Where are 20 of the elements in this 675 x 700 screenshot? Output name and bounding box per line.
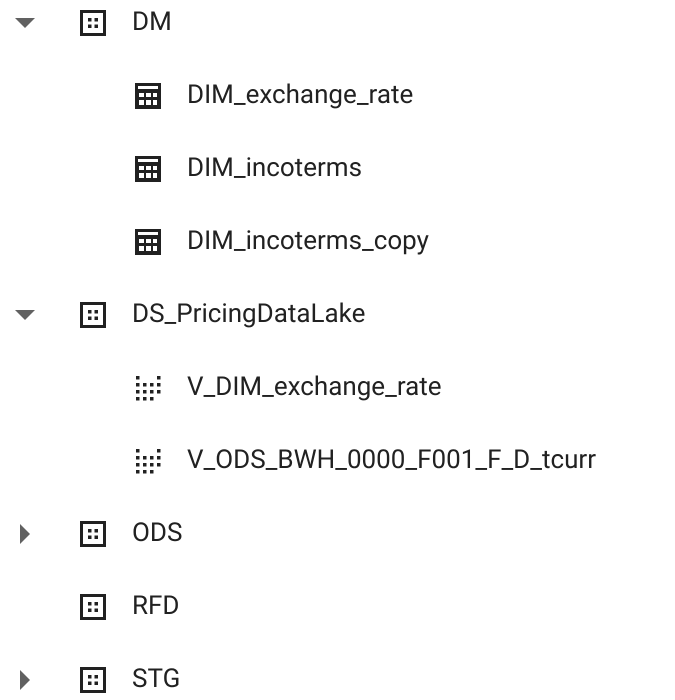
tree-item-label[interactable]: RFD: [132, 587, 180, 626]
tree-item-label[interactable]: STG: [132, 660, 180, 699]
tree-item-label[interactable]: DM: [132, 3, 172, 42]
dataset-icon: [80, 10, 106, 36]
dotted-grid-icon: [135, 374, 161, 400]
tree-item-label[interactable]: ODS: [132, 514, 182, 553]
tree-item-label[interactable]: DIM_exchange_rate: [187, 76, 414, 115]
dataset-icon: [80, 302, 106, 328]
dataset-icon: [80, 594, 106, 620]
tree-item-label[interactable]: V_ODS_BWH_0000_F001_F_D_tcurr: [187, 441, 596, 480]
dotted-grid-icon: [135, 448, 161, 474]
table-icon: [135, 82, 161, 108]
tree-item-label[interactable]: DIM_incoterms: [187, 149, 362, 188]
dataset-icon: [80, 520, 106, 546]
tree-item-label[interactable]: DIM_incoterms_copy: [187, 222, 429, 261]
tree-item-label[interactable]: DS_PricingDataLake: [132, 295, 366, 334]
tree-item-label[interactable]: V_DIM_exchange_rate: [187, 368, 442, 407]
table-icon: [135, 156, 161, 182]
table-icon: [135, 228, 161, 254]
dataset-icon: [80, 666, 106, 692]
